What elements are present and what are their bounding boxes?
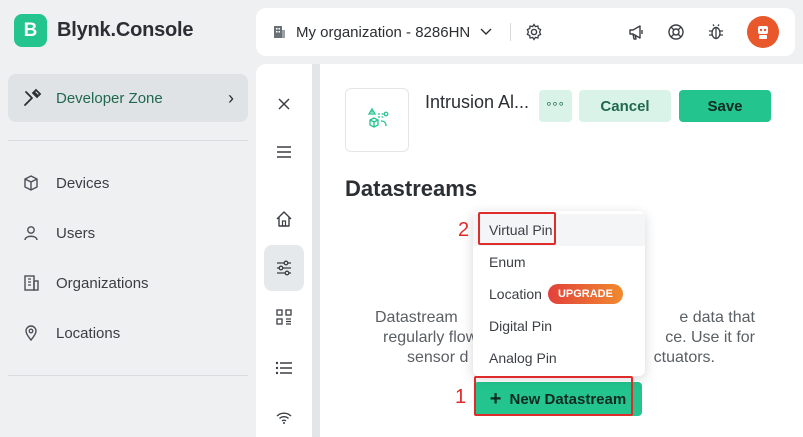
- home-icon: [276, 211, 292, 227]
- menu-item-digital-pin[interactable]: Digital Pin: [473, 310, 645, 342]
- cancel-button[interactable]: Cancel: [579, 90, 671, 122]
- sidebar-item-label: Devices: [56, 174, 110, 192]
- chevron-right-icon: ›: [228, 87, 234, 108]
- rail-item-web-dashboard[interactable]: [264, 294, 304, 340]
- close-icon: [278, 98, 290, 110]
- cube-icon: [24, 175, 38, 191]
- sidebar-item-locations[interactable]: Locations: [22, 324, 120, 342]
- blynk-logo: B: [14, 14, 47, 47]
- save-button[interactable]: Save: [679, 90, 771, 122]
- wifi-icon: [276, 412, 292, 424]
- annotation-highlight-new-datastream: [474, 376, 633, 416]
- rail-item-home[interactable]: [264, 196, 304, 242]
- organization-name: My organization - 8286HN: [296, 23, 471, 41]
- annotation-step-1: 1: [455, 386, 467, 408]
- sidebar-item-label: Organizations: [56, 274, 149, 292]
- rail-item-datastreams[interactable]: [264, 245, 304, 291]
- tools-icon: [24, 88, 42, 106]
- chevron-down-icon: [480, 28, 492, 35]
- menu-item-enum[interactable]: Enum: [473, 246, 645, 278]
- gear-icon[interactable]: [525, 23, 543, 41]
- annotation-step-2: 2: [458, 219, 470, 241]
- menu-item-label: Analog Pin: [489, 350, 557, 366]
- building-icon: [24, 275, 39, 291]
- rail-item-events[interactable]: [264, 345, 304, 391]
- building-icon: [274, 26, 285, 38]
- close-button[interactable]: [264, 81, 304, 127]
- template-device-icon: [367, 107, 389, 128]
- template-nav-rail: [256, 64, 312, 437]
- megaphone-icon[interactable]: [627, 23, 645, 41]
- upgrade-badge[interactable]: UPGRADE: [547, 284, 623, 304]
- sidebar-item-organizations[interactable]: Organizations: [22, 274, 149, 292]
- sidebar-item-label: Locations: [56, 324, 121, 342]
- sidebar-divider: [8, 375, 248, 376]
- template-image[interactable]: [345, 88, 409, 152]
- empty-text-line1-end: e data that: [679, 309, 755, 326]
- list-icon: [275, 361, 292, 375]
- empty-text-line3-start: sensor d: [407, 349, 469, 366]
- location-pin-icon: [25, 325, 37, 342]
- section-title: Datastreams: [345, 176, 478, 201]
- template-name: Intrusion Al...: [425, 92, 530, 112]
- sidebar-item-developer-zone[interactable]: Developer Zone ›: [8, 74, 248, 122]
- brand[interactable]: B Blynk.Console: [14, 14, 194, 47]
- menu-item-label: Enum: [489, 254, 526, 270]
- menu-item-label: Location: [489, 286, 542, 302]
- more-options-button[interactable]: °°°: [539, 90, 572, 122]
- organization-selector[interactable]: My organization - 8286HN: [272, 23, 512, 41]
- menu-button[interactable]: [264, 129, 304, 175]
- menu-item-location[interactable]: Location UPGRADE: [473, 278, 645, 310]
- empty-text-line3-end: ctuators.: [653, 349, 715, 366]
- empty-text-line1-start: Datastream: [375, 309, 458, 326]
- sidebar-item-devices[interactable]: Devices: [22, 174, 109, 192]
- user-icon: [24, 226, 38, 241]
- header-separator: [510, 23, 512, 41]
- brand-name: Blynk.Console: [57, 19, 194, 41]
- datastreams-icon: [277, 260, 291, 276]
- sidebar-item-label: Users: [56, 224, 96, 242]
- sidebar-item-label: Developer Zone: [56, 89, 163, 107]
- top-header: My organization - 8286HN: [256, 8, 795, 56]
- annotation-highlight-virtual-pin: [478, 212, 556, 245]
- hamburger-icon: [277, 146, 291, 158]
- empty-text-line2-start: regularly flow: [383, 329, 478, 346]
- help-lifebuoy-icon[interactable]: [667, 23, 685, 41]
- menu-item-analog-pin[interactable]: Analog Pin: [473, 342, 645, 374]
- empty-text-line2-end: ce. Use it for: [665, 329, 755, 346]
- menu-item-label: Digital Pin: [489, 318, 553, 334]
- sidebar-item-users[interactable]: Users: [22, 224, 95, 242]
- grid-dots-icon: [276, 309, 292, 325]
- user-avatar[interactable]: [747, 16, 779, 48]
- avatar-robot-icon: [758, 26, 768, 39]
- rail-item-connectivity[interactable]: [264, 394, 304, 437]
- rail-scrollbar[interactable]: [312, 64, 320, 437]
- bug-icon[interactable]: [707, 23, 725, 41]
- sidebar-divider: [8, 140, 248, 141]
